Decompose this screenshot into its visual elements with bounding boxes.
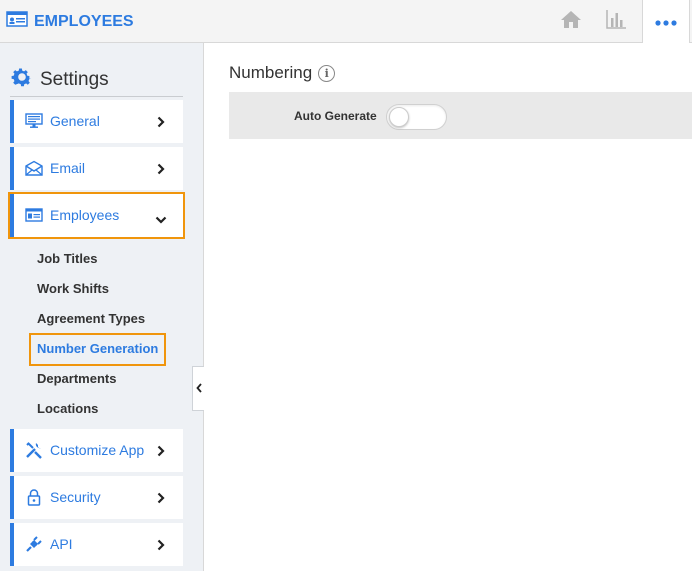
sub-item-departments[interactable]: Departments — [37, 371, 116, 386]
more-options-button[interactable] — [642, 0, 690, 43]
chevron-down-icon — [155, 211, 167, 229]
sub-item-work-shifts[interactable]: Work Shifts — [37, 281, 109, 296]
sidebar-item-label: API — [50, 536, 73, 552]
chevron-right-icon — [157, 115, 165, 133]
tools-icon — [25, 442, 43, 459]
auto-generate-toggle[interactable] — [386, 104, 447, 130]
sidebar-item-label: Security — [50, 489, 101, 505]
sidebar-item-label: Customize App — [50, 442, 145, 458]
divider — [10, 96, 183, 97]
sidebar-item-customize-app[interactable]: Customize App — [10, 429, 183, 472]
sub-item-locations[interactable]: Locations — [37, 401, 98, 416]
chevron-right-icon — [157, 162, 165, 180]
sidebar-item-security[interactable]: Security — [10, 476, 183, 519]
app-title[interactable]: EMPLOYEES — [6, 10, 134, 33]
sidebar-item-email[interactable]: Email — [10, 147, 183, 190]
sub-item-job-titles[interactable]: Job Titles — [37, 251, 97, 266]
sidebar-item-label: Employees — [50, 207, 120, 223]
home-icon — [560, 9, 582, 34]
id-card-icon — [25, 207, 43, 223]
reports-button[interactable] — [593, 0, 639, 42]
more-dots-icon — [655, 13, 677, 31]
section-title: Numbering i — [229, 63, 336, 83]
numbering-panel: Auto Generate — [229, 92, 692, 139]
sidebar-item-label: General — [50, 113, 100, 129]
toggle-knob — [389, 107, 409, 127]
collapse-sidebar-handle[interactable] — [192, 366, 204, 411]
settings-heading-text: Settings — [40, 68, 109, 90]
bar-chart-icon — [605, 9, 627, 34]
sidebar-item-employees[interactable]: Employees — [8, 192, 185, 239]
envelope-icon — [25, 160, 43, 176]
info-icon[interactable]: i — [318, 64, 336, 82]
gear-icon — [10, 65, 34, 94]
settings-heading: Settings — [10, 65, 109, 94]
plug-icon — [25, 536, 43, 552]
section-title-text: Numbering — [229, 63, 313, 82]
lock-icon — [25, 488, 43, 506]
chevron-right-icon — [157, 491, 165, 509]
app-title-text: EMPLOYEES — [34, 12, 134, 30]
sub-item-agreement-types[interactable]: Agreement Types — [37, 311, 145, 326]
chevron-left-icon — [195, 380, 202, 398]
chevron-right-icon — [157, 444, 165, 462]
settings-sidebar: Settings General Email Employees Job Tit… — [0, 43, 204, 571]
sidebar-item-general[interactable]: General — [10, 100, 183, 143]
monitor-icon — [25, 113, 43, 129]
employee-card-icon — [6, 10, 28, 33]
auto-generate-label: Auto Generate — [294, 109, 377, 123]
sidebar-item-api[interactable]: API — [10, 523, 183, 566]
chevron-right-icon — [157, 538, 165, 556]
top-bar: EMPLOYEES — [0, 0, 692, 43]
home-button[interactable] — [548, 0, 594, 42]
sub-item-number-generation[interactable]: Number Generation — [37, 341, 158, 356]
sidebar-item-label: Email — [50, 160, 86, 176]
